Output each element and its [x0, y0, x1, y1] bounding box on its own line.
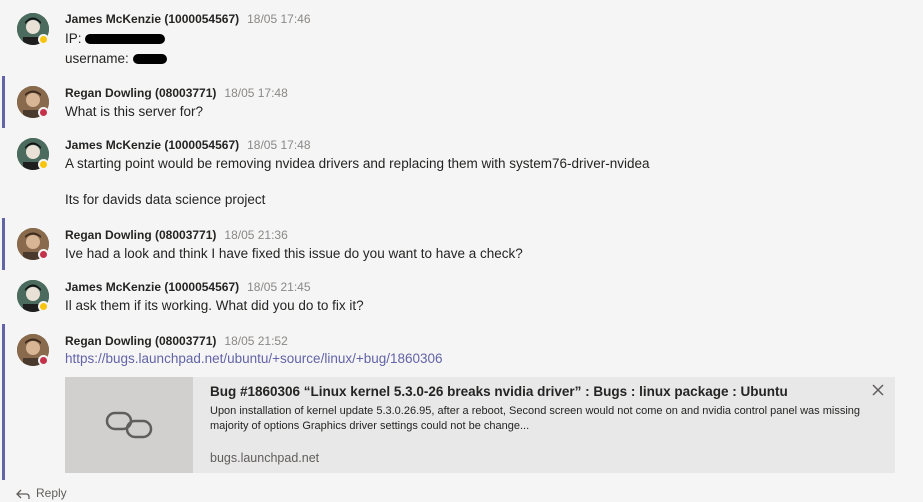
timestamp: 18/05 21:36 [224, 228, 288, 242]
timestamp: 18/05 21:45 [247, 280, 311, 294]
link-preview-description: Upon installation of kernel update 5.3.0… [210, 405, 861, 432]
message-text: A starting point would be removing nvide… [65, 156, 650, 171]
message: Regan Dowling (08003771) 18/05 21:36 Ive … [0, 218, 923, 270]
message-accent-bar [2, 76, 5, 128]
author-name[interactable]: James McKenzie (1000054567) [65, 138, 239, 152]
reply-button[interactable]: Reply [16, 486, 67, 500]
author-name[interactable]: James McKenzie (1000054567) [65, 12, 239, 26]
status-busy-icon [38, 355, 49, 366]
reply-label: Reply [36, 486, 67, 500]
message-header: James McKenzie (1000054567) 18/05 17:46 [65, 12, 311, 26]
message-text: Il ask them if its working. What did you… [65, 298, 364, 313]
message-text: IP: [65, 31, 166, 46]
timestamp: 18/05 17:48 [224, 86, 288, 100]
redaction-mark [132, 54, 167, 65]
message-text: username: [65, 51, 167, 66]
message: Regan Dowling (08003771) 18/05 17:48 What… [0, 76, 923, 128]
message-header: James McKenzie (1000054567) 18/05 21:45 [65, 280, 311, 294]
status-busy-icon [38, 249, 49, 260]
reply-icon [16, 489, 30, 499]
link-preview-domain: bugs.launchpad.net [210, 451, 320, 465]
timestamp: 18/05 21:52 [224, 334, 288, 348]
message-accent-bar [2, 324, 5, 480]
timestamp: 18/05 17:48 [247, 138, 311, 152]
timestamp: 18/05 17:46 [247, 12, 311, 26]
author-name[interactable]: James McKenzie (1000054567) [65, 280, 239, 294]
message: James McKenzie (1000054567) 18/05 17:46 I… [0, 0, 923, 70]
message: James McKenzie (1000054567) 18/05 17:48 A… [0, 134, 923, 214]
message-text: What is this server for? [65, 104, 204, 119]
link-preview-title[interactable]: Bug #1860306 “Linux kernel 5.3.0-26 brea… [210, 384, 788, 399]
message-header: James McKenzie (1000054567) 18/05 17:48 [65, 138, 311, 152]
author-name[interactable]: Regan Dowling (08003771) [65, 228, 216, 242]
message-header: Regan Dowling (08003771) 18/05 21:36 [65, 228, 288, 242]
redaction-mark [85, 34, 166, 45]
status-away-icon [38, 159, 49, 170]
link-preview-card[interactable]: Bug #1860306 “Linux kernel 5.3.0-26 brea… [65, 377, 895, 473]
message-text: Ive had a look and think I have fixed th… [65, 246, 523, 261]
message-header: Regan Dowling (08003771) 18/05 21:52 [65, 334, 288, 348]
message: James McKenzie (1000054567) 18/05 21:45 I… [0, 276, 923, 320]
author-name[interactable]: Regan Dowling (08003771) [65, 334, 216, 348]
link-preview-thumbnail [65, 377, 193, 473]
message-link[interactable]: https://bugs.launchpad.net/ubuntu/+sourc… [65, 351, 443, 366]
message-text: Its for davids data science project [65, 192, 266, 207]
status-away-icon [38, 301, 49, 312]
message-header: Regan Dowling (08003771) 18/05 17:48 [65, 86, 288, 100]
author-name[interactable]: Regan Dowling (08003771) [65, 86, 216, 100]
link-icon [105, 411, 153, 439]
close-icon[interactable] [871, 383, 885, 397]
message-accent-bar [2, 218, 5, 270]
status-away-icon [38, 34, 49, 45]
status-busy-icon [38, 107, 49, 118]
